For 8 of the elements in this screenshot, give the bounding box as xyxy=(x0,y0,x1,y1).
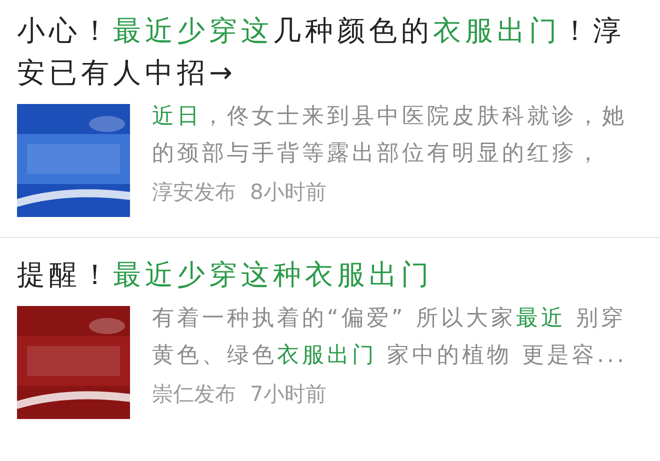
timestamp: 7小时前 xyxy=(250,381,326,408)
article-summary: 近日，佟女士来到县中医院皮肤科就诊，她的颈部与手背等露出部位有明显的红疹， xyxy=(152,103,628,168)
article-title[interactable]: 小心！最近少穿这 几种颜色的 衣服出门！淳安已有人中招→ xyxy=(17,10,643,94)
article-title[interactable]: 提醒！最近少穿这种衣服出门 xyxy=(17,254,643,296)
timestamp: 8小时前 xyxy=(250,179,326,206)
article-summary: 有着一种执着的“偏爱” 所以大家 最近 别穿黄色、绿色衣服出门 家中的植物 更是容... xyxy=(152,305,628,370)
source-name: 淳安发布 xyxy=(152,179,236,206)
source-name: 崇仁发布 xyxy=(152,381,236,408)
